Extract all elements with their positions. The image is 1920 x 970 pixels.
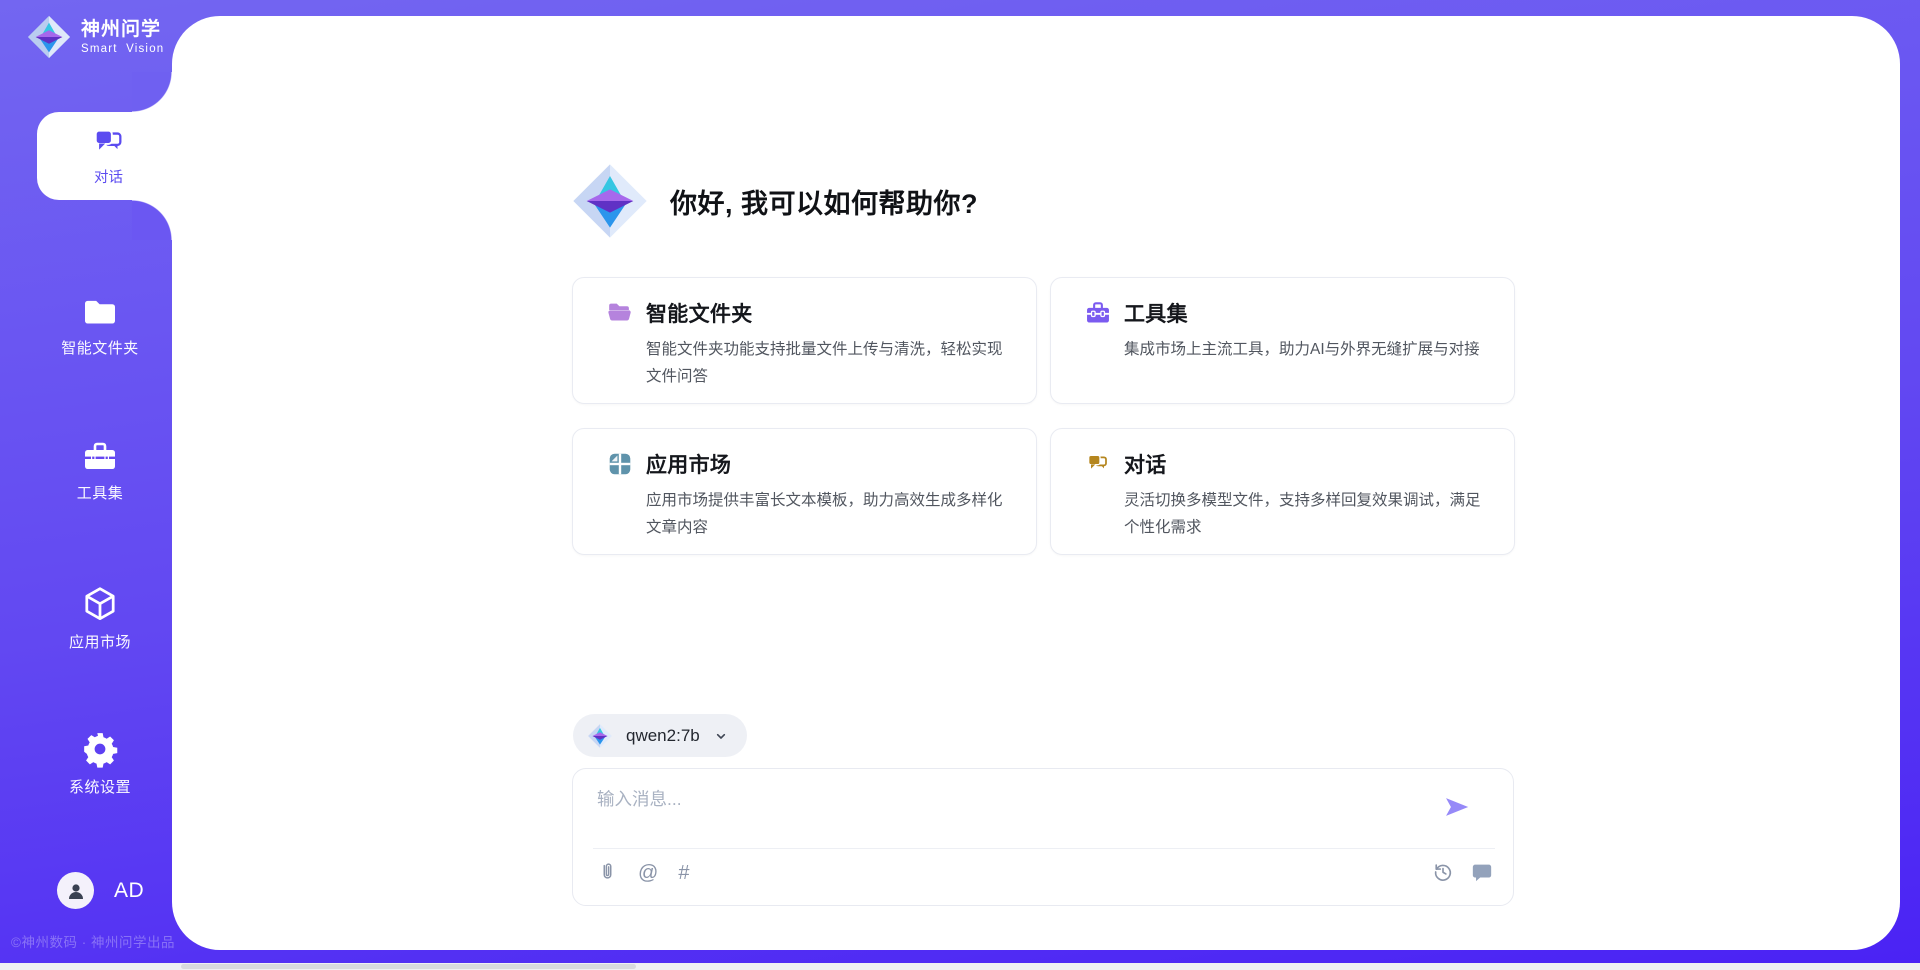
sidebar-item-label: 系统设置 — [69, 776, 131, 797]
brand-logo: 神州问学 Smart Vision — [26, 14, 164, 60]
sidebar-item-label: 智能文件夹 — [61, 337, 139, 358]
user-name: AD — [114, 879, 144, 903]
message-composer: @ # — [572, 768, 1514, 906]
card-title: 智能文件夹 — [646, 298, 753, 328]
gear-icon — [81, 730, 119, 768]
greeting-row: 你好, 我可以如何帮助你? — [570, 160, 978, 242]
history-icon[interactable] — [1432, 861, 1454, 883]
chevron-down-icon — [713, 728, 729, 744]
horizontal-scrollbar — [0, 963, 1920, 970]
brand-name: 神州问学 — [81, 19, 164, 42]
greeting-title: 你好, 我可以如何帮助你? — [670, 182, 978, 221]
user-avatar-icon — [64, 879, 88, 903]
hashtag-icon[interactable]: # — [678, 862, 689, 884]
shortcut-cards: 智能文件夹 智能文件夹功能支持批量文件上传与清洗，轻松实现文件问答 工具集 集成… — [572, 277, 1515, 555]
user-account-button[interactable]: AD — [57, 872, 144, 909]
brand-text: 神州问学 Smart Vision — [81, 19, 164, 56]
attachment-icon[interactable] — [597, 861, 618, 884]
cube-icon — [81, 585, 119, 623]
app-root: 神州问学 Smart Vision 对话 智能文件夹 — [0, 0, 1920, 970]
chat-bubbles-icon — [91, 126, 127, 160]
brand-subtitle: Smart Vision — [81, 43, 164, 55]
card-description: 集成市场上主流工具，助力AI与外界无缝扩展与对接 — [1124, 336, 1490, 363]
card-description: 灵活切换多模型文件，支持多样回复效果调试，满足个性化需求 — [1124, 487, 1490, 541]
composer-tools-left: @ # — [597, 861, 689, 884]
folder-icon — [81, 295, 119, 329]
model-name: qwen2:7b — [626, 726, 700, 746]
tab-connector-top — [132, 72, 172, 112]
sidebar-item-label: 对话 — [94, 166, 123, 187]
sidebar-item-label: 工具集 — [77, 482, 124, 503]
card-title: 应用市场 — [646, 449, 731, 479]
card-title: 工具集 — [1124, 298, 1188, 328]
card-title: 对话 — [1124, 449, 1167, 479]
sidebar-item-smart-folder[interactable]: 智能文件夹 — [20, 295, 180, 358]
avatar — [57, 872, 94, 909]
card-description: 智能文件夹功能支持批量文件上传与清洗，轻松实现文件问答 — [646, 336, 1012, 390]
sidebar-item-label: 应用市场 — [69, 631, 131, 652]
brand-diamond-icon — [26, 14, 72, 60]
toolbox-icon — [82, 440, 118, 474]
chat-bubble-icon[interactable] — [1471, 861, 1493, 883]
mention-icon[interactable]: @ — [638, 862, 658, 884]
sidebar-item-toolset[interactable]: 工具集 — [20, 440, 180, 503]
sidebar-item-settings[interactable]: 系统设置 — [20, 730, 180, 797]
tab-connector-bottom — [132, 200, 172, 240]
send-icon[interactable] — [1443, 793, 1471, 821]
card-chat[interactable]: 对话 灵活切换多模型文件，支持多样回复效果调试，满足个性化需求 — [1050, 428, 1515, 555]
footer-credit: ©神州数码 · 神州问学出品 — [11, 931, 181, 951]
card-description: 应用市场提供丰富长文本模板，助力高效生成多样化文章内容 — [646, 487, 1012, 541]
horizontal-scrollbar-thumb[interactable] — [181, 964, 636, 969]
brand-diamond-icon — [570, 160, 650, 242]
composer-tools-right — [1432, 861, 1493, 883]
composer-divider — [593, 848, 1495, 849]
card-app-market[interactable]: 应用市场 应用市场提供丰富长文本模板，助力高效生成多样化文章内容 — [572, 428, 1037, 555]
app-grid-icon — [607, 451, 633, 477]
message-input[interactable] — [597, 785, 1437, 813]
sidebar-item-chat[interactable]: 对话 — [37, 112, 180, 200]
card-smart-folder[interactable]: 智能文件夹 智能文件夹功能支持批量文件上传与清洗，轻松实现文件问答 — [572, 277, 1037, 404]
card-toolset[interactable]: 工具集 集成市场上主流工具，助力AI与外界无缝扩展与对接 — [1050, 277, 1515, 404]
sidebar-item-app-market[interactable]: 应用市场 — [20, 585, 180, 652]
chat-bubbles-icon — [1085, 452, 1111, 476]
brand-diamond-icon — [587, 723, 613, 749]
model-selector[interactable]: qwen2:7b — [573, 714, 747, 757]
open-folder-icon — [607, 301, 633, 325]
briefcase-icon — [1085, 301, 1111, 325]
